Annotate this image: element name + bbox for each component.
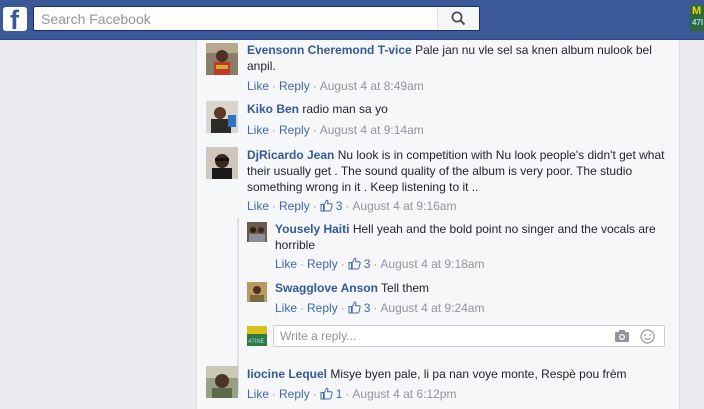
comment-actions: Like · Reply · August 4 at 9:14am [247, 122, 424, 138]
separator: · [300, 301, 305, 315]
like-link[interactable]: Like [275, 301, 297, 315]
separator: · [345, 387, 350, 401]
comment-content: Kiko Ben radio man sa yo [247, 101, 667, 117]
reply-actions: Like · Reply · 3 · August 4 at 9:18am [275, 256, 484, 272]
separator: · [312, 199, 317, 213]
separator: · [272, 199, 277, 213]
separator: · [345, 199, 350, 213]
camera-icon[interactable] [614, 329, 630, 343]
comment-text: Misye byen pale, li pa nan voye monte, R… [330, 367, 627, 381]
top-navigation-bar: f M 47I [0, 0, 704, 40]
separator: · [312, 123, 317, 137]
comment-author-link[interactable]: Evensonn Cheremond T-vice [247, 43, 412, 57]
comment-actions: Like · Reply · August 4 at 8:49am [247, 78, 424, 94]
composer-avatar-text: 47INE [248, 339, 265, 345]
reply-content: Swagglove Anson Tell them [275, 280, 667, 296]
thumbs-up-icon [320, 387, 333, 400]
comment-author-link[interactable]: Iiocine Lequel [247, 367, 327, 381]
reply-link[interactable]: Reply [279, 387, 310, 401]
comment-content: Evensonn Cheremond T-vice Pale jan nu vl… [247, 42, 667, 74]
comment-author-link[interactable]: DjRicardo Jean [247, 148, 334, 162]
reply-author-link[interactable]: Swagglove Anson [275, 281, 378, 295]
comment-author-link[interactable]: Kiko Ben [247, 102, 299, 116]
separator: · [373, 257, 378, 271]
like-link[interactable]: Like [247, 79, 269, 93]
thumbs-up-icon [320, 199, 333, 212]
emoji-icon[interactable] [640, 329, 655, 344]
separator: · [340, 301, 345, 315]
like-link[interactable]: Like [275, 257, 297, 271]
comment-timestamp[interactable]: August 4 at 9:14am [320, 123, 424, 137]
comments-panel: Evensonn Cheremond T-vice Pale jan nu vl… [196, 40, 680, 409]
search-button[interactable] [437, 7, 479, 30]
comment-timestamp[interactable]: August 4 at 8:49am [320, 79, 424, 93]
separator: · [300, 257, 305, 271]
separator: · [340, 257, 345, 271]
reply-timestamp[interactable]: August 4 at 9:24am [380, 301, 484, 315]
search-box [33, 6, 480, 31]
reply-content: Yousely Haiti Hell yeah and the bold poi… [275, 221, 667, 253]
avatar[interactable] [247, 222, 267, 242]
like-count[interactable]: 3 [348, 301, 370, 315]
reply-link[interactable]: Reply [279, 79, 310, 93]
avatar[interactable] [247, 282, 267, 302]
reply-composer [273, 325, 665, 347]
avatar[interactable] [206, 366, 238, 398]
reply-link[interactable]: Reply [279, 199, 310, 213]
reply-timestamp[interactable]: August 4 at 9:18am [380, 257, 484, 271]
reply-link[interactable]: Reply [279, 123, 310, 137]
comment-content: Iiocine Lequel Misye byen pale, li pa na… [247, 366, 667, 382]
like-link[interactable]: Like [247, 123, 269, 137]
thumbs-up-icon [348, 257, 361, 270]
thumbs-up-icon [348, 301, 361, 314]
separator: · [272, 387, 277, 401]
composer-avatar: 47INE [247, 326, 267, 346]
reply-link[interactable]: Reply [307, 301, 338, 315]
facebook-logo-icon[interactable]: f [3, 7, 27, 31]
avatar-subtext: 47I [692, 18, 704, 27]
comment-actions: Like · Reply · 3 · August 4 at 9:16am [247, 198, 456, 214]
avatar[interactable] [206, 147, 238, 179]
search-input[interactable] [34, 7, 439, 30]
reply-actions: Like · Reply · 3 · August 4 at 9:24am [275, 300, 484, 316]
separator: · [272, 123, 277, 137]
comment-timestamp[interactable]: August 4 at 9:16am [352, 199, 456, 213]
reply-text: Tell them [381, 281, 430, 295]
profile-shortcut-avatar[interactable]: M 47I [690, 5, 704, 31]
comment-actions: Like · Reply · 1 · August 4 at 6:12pm [247, 386, 456, 402]
avatar[interactable] [206, 43, 238, 75]
separator: · [312, 387, 317, 401]
like-count[interactable]: 3 [348, 257, 370, 271]
comment-content: DjRicardo Jean Nu look is in competition… [247, 147, 667, 195]
reply-author-link[interactable]: Yousely Haiti [275, 222, 349, 236]
avatar[interactable] [206, 101, 238, 133]
comment-text: radio man sa yo [302, 102, 388, 116]
like-count[interactable]: 1 [320, 387, 342, 401]
reply-input[interactable] [274, 326, 594, 346]
comment-timestamp[interactable]: August 4 at 6:12pm [352, 387, 456, 401]
search-icon [451, 11, 466, 26]
avatar-text: M [692, 5, 702, 17]
like-count[interactable]: 3 [320, 199, 342, 213]
reply-link[interactable]: Reply [307, 257, 338, 271]
separator: · [312, 79, 317, 93]
like-link[interactable]: Like [247, 387, 269, 401]
like-link[interactable]: Like [247, 199, 269, 213]
separator: · [272, 79, 277, 93]
separator: · [373, 301, 378, 315]
